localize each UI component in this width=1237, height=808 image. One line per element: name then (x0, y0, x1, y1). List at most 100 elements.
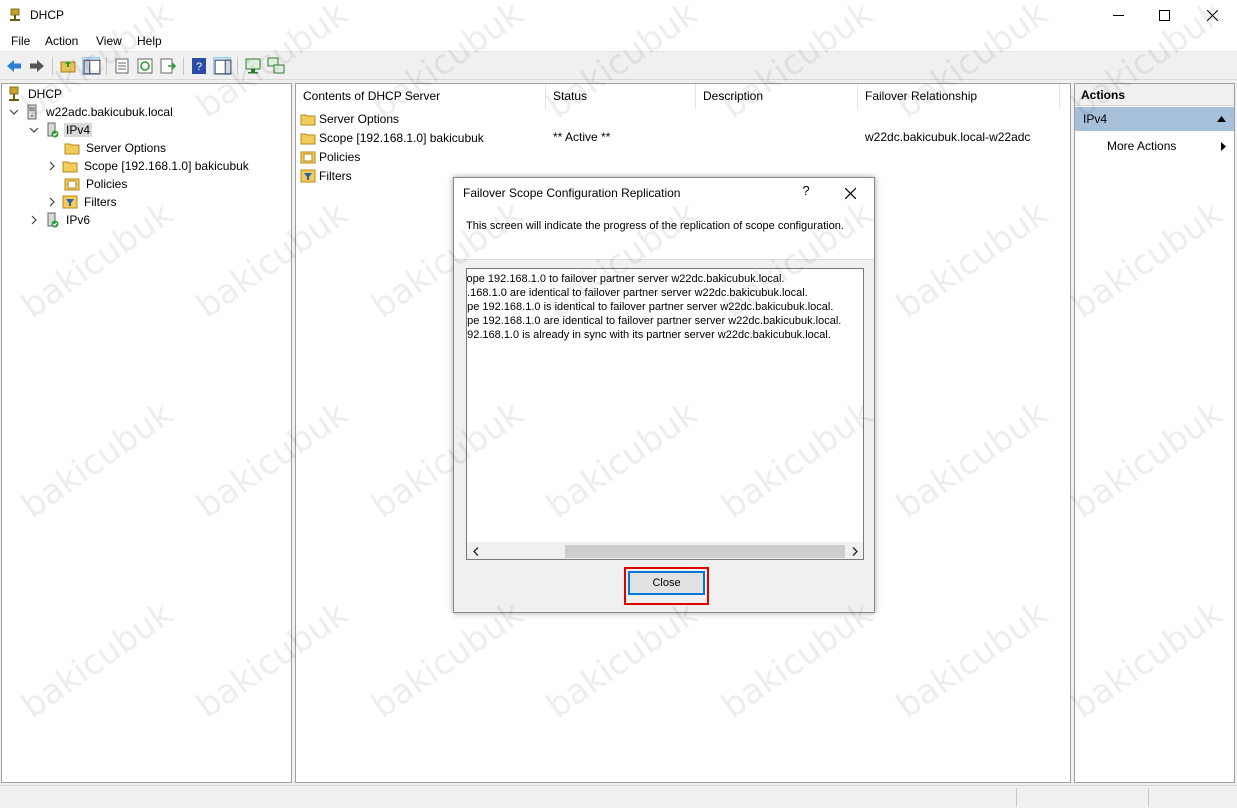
tree-node-server[interactable]: w22adc.bakicubuk.local (8, 103, 175, 121)
forward-button[interactable] (28, 57, 46, 75)
filter-icon (62, 195, 78, 209)
filter-icon (300, 169, 316, 182)
forward-arrow-icon (30, 60, 44, 72)
tree-label-policies: Policies (86, 177, 128, 191)
policies-icon (64, 178, 80, 191)
menu-view[interactable]: View (96, 34, 122, 48)
list-item-failover: w22dc.bakicubuk.local-w22adc (865, 130, 1031, 144)
close-icon (1206, 10, 1218, 21)
back-button[interactable] (5, 57, 23, 75)
properties-icon (115, 58, 129, 74)
show-hide-tree-button[interactable] (82, 57, 101, 75)
export-icon (160, 58, 177, 74)
more-actions-label: More Actions (1107, 139, 1177, 153)
menu-help[interactable]: Help (137, 34, 162, 48)
replication-log-textbox[interactable]: cope 192.168.1.0 to failover partner ser… (466, 268, 864, 560)
refresh-button[interactable] (136, 57, 154, 75)
dialog-title: Failover Scope Configuration Replication (463, 186, 681, 200)
collapse-up-icon[interactable] (1217, 116, 1226, 122)
close-button[interactable]: Close (628, 571, 705, 595)
folder-up-icon (60, 61, 76, 73)
column-header-status[interactable]: Status (546, 84, 696, 109)
tree-label-filters: Filters (84, 195, 117, 209)
actions-pane: Actions IPv4 More Actions (1074, 83, 1235, 783)
tree-label-ipv4: IPv4 (64, 123, 93, 137)
minimize-icon (1112, 15, 1124, 16)
dialog-close-x-button[interactable] (838, 183, 862, 203)
chevron-left-icon (472, 547, 478, 556)
properties-button[interactable] (113, 57, 131, 75)
tree-node-scope[interactable]: Scope [192.168.1.0] bakicubuk (46, 157, 251, 175)
column-header-contents[interactable]: Contents of DHCP Server (296, 84, 546, 109)
horizontal-scrollbar[interactable] (467, 542, 863, 559)
list-item-status: ** Active ** (553, 130, 611, 144)
policies-icon (300, 151, 316, 163)
tree-node-ipv4[interactable]: IPv4 (28, 121, 93, 139)
chevron-right-icon[interactable] (28, 214, 40, 226)
help-button[interactable]: ? (190, 57, 208, 75)
display-statistics-button[interactable] (244, 57, 262, 75)
list-item-name: Server Options (319, 111, 400, 126)
console-tree-pane: DHCP w22adc.bakicubuk.local IPv4 Server … (1, 83, 292, 783)
ipv6-icon (47, 212, 59, 228)
tree-label-scope: Scope [192.168.1.0] bakicubuk (84, 159, 249, 173)
close-icon (844, 187, 856, 199)
status-bar (0, 785, 1237, 808)
log-line: ope 192.168.1.0 is identical to failover… (466, 301, 834, 313)
log-line: cope 192.168.1.0 to failover partner ser… (466, 273, 785, 285)
menu-action[interactable]: Action (45, 34, 78, 48)
console-tree-icon (83, 59, 101, 75)
more-actions-item[interactable]: More Actions (1107, 137, 1227, 155)
tree-node-server-options[interactable]: Server Options (64, 139, 168, 157)
toolbar: ? (0, 53, 1237, 80)
action-pane-icon (214, 59, 232, 75)
svg-text:?: ? (196, 61, 202, 73)
list-item-name: Filters (319, 168, 352, 183)
list-item-server-options[interactable]: Server Options (300, 109, 399, 128)
tree-label-ipv6: IPv6 (66, 213, 91, 227)
up-folder-button[interactable] (59, 57, 77, 75)
folder-icon (64, 143, 80, 155)
dialog-help-button[interactable]: ? (794, 183, 818, 203)
chevron-right-icon[interactable] (46, 160, 58, 172)
close-window-button[interactable] (1189, 0, 1235, 31)
log-line: 192.168.1.0 is already in sync with its … (466, 329, 831, 341)
chevron-right-icon (852, 547, 858, 556)
list-item-policies[interactable]: Policies (300, 147, 360, 166)
tree-node-filters[interactable]: Filters (46, 193, 119, 211)
dialog-title-bar: Failover Scope Configuration Replication… (454, 178, 874, 207)
dialog-description-area: This screen will indicate the progress o… (454, 207, 874, 260)
actions-section-label: IPv4 (1083, 112, 1108, 126)
list-item-scope[interactable]: Scope [192.168.1.0] bakicubuk (300, 128, 484, 147)
list-item-filters[interactable]: Filters (300, 166, 352, 185)
menu-file[interactable]: File (11, 34, 30, 48)
tree-node-dhcp[interactable]: DHCP (6, 85, 64, 103)
dialog-description: This screen will indicate the progress o… (466, 220, 844, 232)
tree-label-dhcp: DHCP (28, 87, 63, 101)
chevron-right-icon[interactable] (46, 196, 58, 208)
action-pane-toggle-button[interactable] (213, 57, 232, 75)
servers-icon (267, 57, 285, 74)
actions-header: Actions (1075, 84, 1234, 106)
column-header-description[interactable]: Description (696, 84, 858, 109)
scroll-left-button[interactable] (467, 543, 484, 559)
tree-node-ipv6[interactable]: IPv6 (28, 211, 92, 229)
maximize-button[interactable] (1141, 0, 1187, 31)
actions-section-ipv4[interactable]: IPv4 (1075, 107, 1234, 131)
folder-icon (300, 114, 316, 125)
tree-node-policies[interactable]: Policies (64, 175, 129, 193)
menu-bar: File Action View Help (0, 31, 1237, 52)
server-icon (27, 104, 37, 120)
help-icon: ? (192, 58, 206, 74)
tree-label-server: w22adc.bakicubuk.local (46, 105, 173, 119)
minimize-button[interactable] (1095, 0, 1141, 31)
chevron-down-icon[interactable] (28, 124, 40, 136)
authorize-server-button[interactable] (267, 57, 285, 75)
scroll-right-button[interactable] (846, 543, 863, 559)
scrollbar-thumb[interactable] (565, 545, 845, 558)
server-monitor-icon (245, 58, 261, 74)
dhcp-root-icon (9, 86, 19, 101)
chevron-down-icon[interactable] (8, 106, 20, 118)
export-list-button[interactable] (159, 57, 177, 75)
column-header-failover[interactable]: Failover Relationship (858, 84, 1060, 109)
